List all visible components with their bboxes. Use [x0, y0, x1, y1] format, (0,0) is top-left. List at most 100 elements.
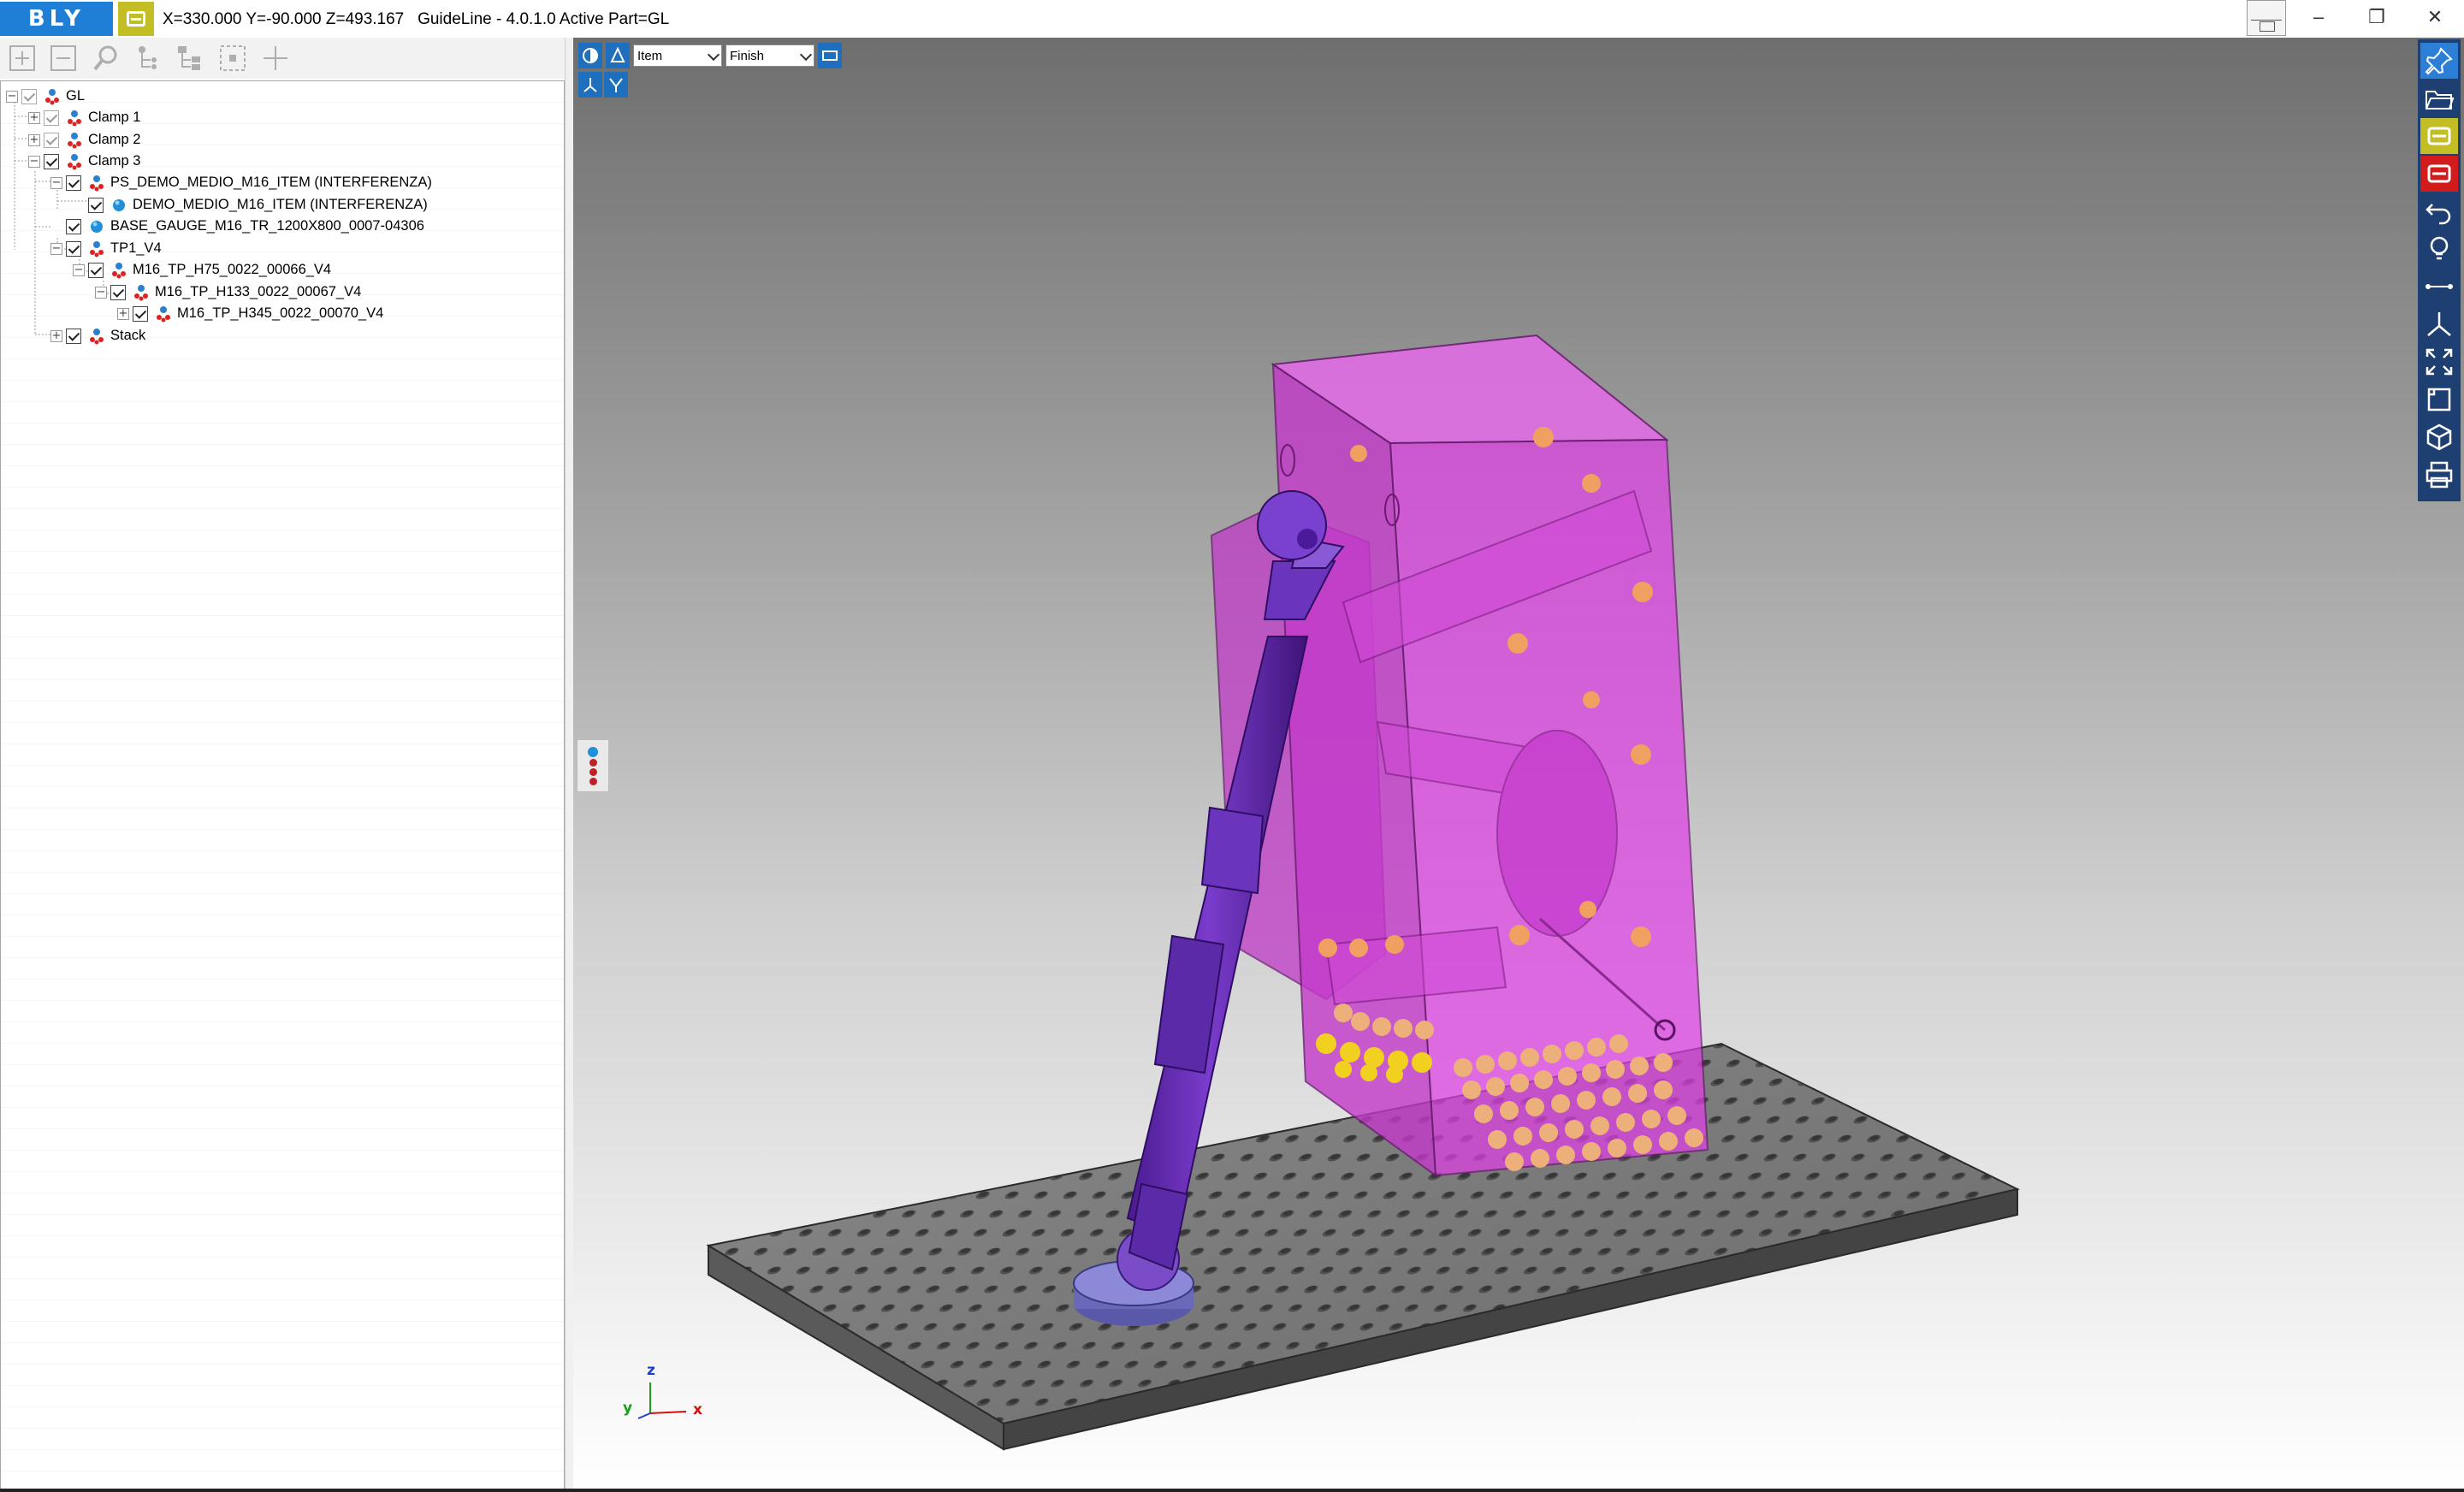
- cone-view-button[interactable]: [606, 43, 630, 68]
- visibility-checkbox[interactable]: [88, 197, 104, 213]
- tree-item-clamp-3[interactable]: − Clamp 3: [28, 151, 140, 172]
- undo-button[interactable]: [2420, 193, 2458, 229]
- tree-item-clamp-2[interactable]: + Clamp 2: [28, 129, 140, 151]
- section-view-button[interactable]: [578, 72, 602, 98]
- expand-toggle[interactable]: +: [117, 307, 129, 320]
- axis-y-label: y: [623, 1400, 633, 1417]
- 3d-scene[interactable]: [573, 38, 2464, 1489]
- tree-item-stack[interactable]: + Stack: [50, 325, 145, 346]
- hint-button[interactable]: [2420, 231, 2458, 267]
- fit-view-button[interactable]: [2420, 344, 2458, 380]
- red-module-button[interactable]: [2420, 156, 2458, 192]
- search-button[interactable]: [91, 43, 121, 74]
- visibility-checkbox[interactable]: [66, 240, 81, 257]
- expand-toggle[interactable]: +: [50, 329, 62, 342]
- tree-item-label: DEMO_MEDIO_M16_ITEM (INTERFERENZA): [133, 197, 428, 212]
- undo-icon: [2426, 204, 2451, 225]
- assembly-icon: [90, 240, 104, 257]
- restore-button[interactable]: ❐: [2348, 0, 2406, 34]
- tree-item-ps-demo-medio[interactable]: − PS_DEMO_MEDIO_M16_ITEM (INTERFERENZA): [50, 172, 432, 193]
- collapse-toggle[interactable]: −: [95, 286, 107, 299]
- tree-item-label: M16_TP_H345_0022_00070_V4: [177, 305, 384, 321]
- cube-view-button[interactable]: [2420, 419, 2458, 455]
- visibility-checkbox[interactable]: [66, 218, 81, 234]
- visibility-checkbox[interactable]: [66, 328, 81, 344]
- 3d-viewport[interactable]: Item Finish z y x: [573, 38, 2464, 1489]
- tree-item-m16-tp-h75[interactable]: − M16_TP_H75_0022_00066_V4: [73, 259, 331, 281]
- visibility-checkbox[interactable]: [44, 153, 59, 169]
- close-button[interactable]: ✕: [2406, 0, 2464, 34]
- axes-button[interactable]: [2420, 306, 2458, 342]
- collapse-toggle[interactable]: −: [73, 263, 85, 276]
- yellow-module-button[interactable]: [2420, 118, 2458, 154]
- measure-icon: [2426, 284, 2453, 289]
- collapse-toggle[interactable]: −: [50, 242, 62, 255]
- viewport-toolbar: Item Finish: [578, 43, 842, 68]
- sphere-icon: [583, 48, 598, 63]
- search-icon: [93, 45, 117, 71]
- open-folder-icon: [2426, 91, 2455, 110]
- visibility-checkbox[interactable]: [88, 262, 104, 278]
- visibility-checkbox[interactable]: [44, 110, 59, 126]
- plus-box-icon: [9, 45, 35, 71]
- red-module-icon: [2427, 164, 2451, 183]
- collapse-toggle[interactable]: −: [50, 176, 62, 189]
- open-button[interactable]: [2420, 80, 2458, 116]
- tree-item-base-gauge[interactable]: BASE_GAUGE_M16_TR_1200X800_0007-04306: [50, 216, 424, 237]
- assembly-icon: [90, 328, 104, 344]
- assembly-icon: [68, 132, 81, 148]
- tree-item-m16-tp-h345[interactable]: + M16_TP_H345_0022_00070_V4: [117, 303, 383, 324]
- display-mode-button[interactable]: [818, 43, 842, 68]
- measure-button[interactable]: [2420, 269, 2458, 305]
- pin-icon: [2425, 47, 2453, 75]
- minimize-button[interactable]: –: [2289, 0, 2348, 34]
- tree-item-gl[interactable]: − GL: [6, 86, 85, 107]
- visibility-checkbox[interactable]: [21, 88, 37, 104]
- section-alt-icon: [609, 78, 623, 92]
- expand-toggle[interactable]: +: [28, 133, 40, 146]
- tree-item-clamp-1[interactable]: + Clamp 1: [28, 107, 140, 128]
- section-view-alt-button[interactable]: [604, 72, 628, 98]
- title-bar: BLY X=330.000 Y=-90.000 Z=493.167 GuideL…: [0, 0, 2464, 38]
- expand-all-button[interactable]: [7, 43, 38, 74]
- tree-item-demo-medio[interactable]: DEMO_MEDIO_M16_ITEM (INTERFERENZA): [73, 194, 428, 216]
- assembly-marker-widget[interactable]: [577, 739, 609, 792]
- selection-frame-icon: [220, 45, 246, 71]
- tree-item-tp1-v4[interactable]: − TP1_V4: [50, 238, 162, 259]
- part-icon: [113, 198, 125, 211]
- axis-x-label: x: [693, 1401, 702, 1418]
- visibility-checkbox[interactable]: [66, 175, 81, 191]
- assembly-icon: [157, 305, 170, 322]
- visibility-checkbox[interactable]: [44, 132, 59, 148]
- tree-filter-button[interactable]: [133, 43, 164, 74]
- module-logo-icon[interactable]: [118, 2, 154, 36]
- add-button[interactable]: [260, 43, 291, 74]
- tree-item-label: Clamp 3: [88, 153, 141, 169]
- tree-item-label: Stack: [110, 328, 146, 343]
- yellow-module-icon: [2427, 127, 2451, 145]
- select-region-button[interactable]: [217, 43, 248, 74]
- assembly-icon: [134, 284, 148, 300]
- collapse-all-button[interactable]: [48, 43, 79, 74]
- chevron-down-icon: [799, 48, 813, 62]
- bly-logo[interactable]: BLY: [0, 2, 113, 36]
- print-button[interactable]: [2420, 457, 2458, 493]
- bulb-icon: [2430, 236, 2449, 260]
- tree-item-m16-tp-h133[interactable]: − M16_TP_H133_0022_00067_V4: [95, 281, 361, 303]
- tree-structure-button[interactable]: [175, 43, 205, 74]
- collapse-toggle[interactable]: −: [6, 90, 18, 103]
- collapse-toggle[interactable]: −: [28, 155, 40, 168]
- expand-toggle[interactable]: +: [28, 111, 40, 124]
- frame-button[interactable]: [2420, 382, 2458, 417]
- item-select[interactable]: Item: [633, 44, 722, 67]
- visibility-checkbox[interactable]: [133, 305, 148, 322]
- pin-button[interactable]: [2420, 43, 2458, 79]
- tree-item-label: M16_TP_H75_0022_00066_V4: [133, 262, 332, 277]
- finish-select[interactable]: Finish: [726, 44, 814, 67]
- cube-view-icon: [2426, 423, 2452, 451]
- shading-button[interactable]: [578, 43, 602, 68]
- assembly-icon: [90, 175, 104, 191]
- visibility-checkbox[interactable]: [110, 284, 126, 300]
- axis-triad: z y x: [616, 1362, 710, 1439]
- window-layout-icon[interactable]: [2247, 0, 2286, 36]
